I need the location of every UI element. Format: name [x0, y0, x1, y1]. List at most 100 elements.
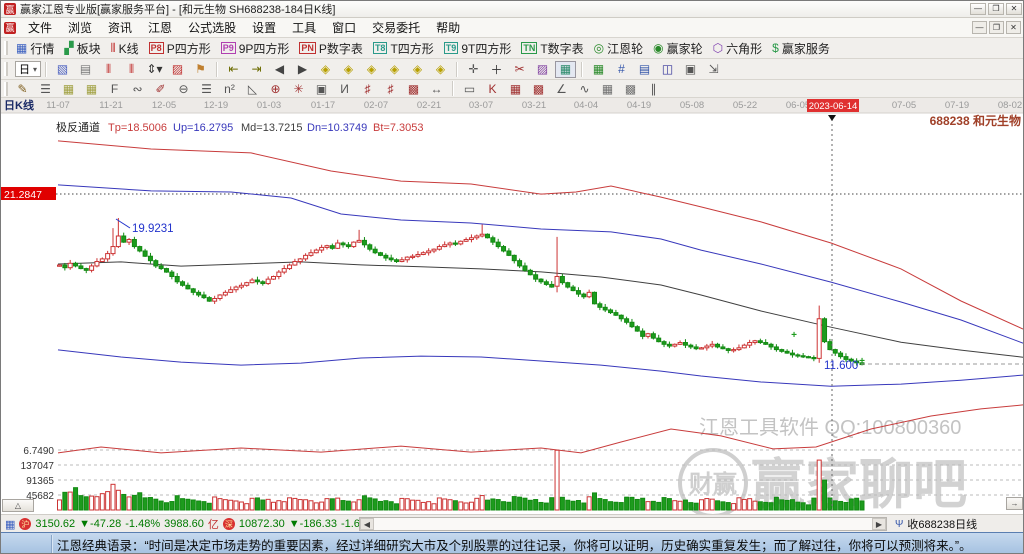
print-icon[interactable]: ▣	[680, 61, 701, 78]
scroll-left-arrow[interactable]: ◀	[360, 518, 374, 530]
export-icon[interactable]: ⇲	[703, 61, 724, 78]
angle-icon[interactable]: ◺	[242, 80, 263, 97]
toolbar-item-winner-wheel[interactable]: ◉ 赢家轮	[648, 38, 708, 58]
calculator-icon[interactable]: #	[611, 61, 632, 78]
menu-item-window[interactable]: 窗口	[324, 18, 364, 37]
spiral-icon[interactable]: ∾	[127, 80, 148, 97]
gann-fan-1-icon[interactable]: ♯	[357, 80, 378, 97]
sz-change: ▼-186.33	[288, 518, 337, 530]
toolbar-item-hexagon[interactable]: ⬡ 六角形	[708, 38, 768, 58]
step-forward-icon[interactable]: ▶	[292, 61, 313, 78]
scrollbar-track[interactable]	[374, 518, 872, 530]
close-button[interactable]: ✕	[1006, 3, 1022, 15]
menu-item-formula-stock-picker[interactable]: 公式选股	[180, 18, 244, 37]
info-panel-icon[interactable]: ▤	[75, 61, 96, 78]
gann-grid-icon[interactable]: ▩	[403, 80, 424, 97]
width-tool-icon[interactable]: ↔	[426, 80, 447, 97]
diamond-3-icon[interactable]: ◈	[361, 61, 382, 78]
maximize-button[interactable]: ❐	[988, 3, 1004, 15]
toolbar-item-9p-square[interactable]: P9 9P四方形	[216, 38, 295, 58]
line-set-icon[interactable]: ☰	[196, 80, 217, 97]
calendar-icon[interactable]: ▦	[588, 61, 609, 78]
pen-icon[interactable]: ✎	[12, 80, 33, 97]
cut-tool-icon[interactable]: ✂	[509, 61, 530, 78]
minimize-button[interactable]: —	[970, 3, 986, 15]
kline-style-2-icon[interactable]: ⫴	[121, 61, 142, 78]
kline-style-1-icon[interactable]: ⫴	[98, 61, 119, 78]
parallel-lines-icon[interactable]: ∥	[643, 80, 664, 97]
angle-line-icon[interactable]: ∠	[551, 80, 572, 97]
scroll-right-button[interactable]: →	[1006, 497, 1023, 510]
kline-chart[interactable]: 日K线 11-07 11-21 12-05 12-19 01-03 01-17 02-07 02…	[1, 98, 1024, 518]
toolbar-handle[interactable]	[4, 62, 8, 76]
diamond-2-icon[interactable]: ◈	[338, 61, 359, 78]
toolbar-item-t-square[interactable]: T8 T四方形	[368, 38, 439, 58]
hatch-icon[interactable]: ☰	[35, 80, 56, 97]
crosshair-tool-icon[interactable]: ＋	[486, 61, 507, 78]
percent-grid-icon[interactable]: ▦	[597, 80, 618, 97]
diamond-6-icon[interactable]: ◈	[430, 61, 451, 78]
mdi-minimize-button[interactable]: —	[972, 21, 987, 34]
toolbar-item-kline[interactable]: ⫴ K线	[106, 38, 144, 58]
period-select[interactable]: 日 ▾	[15, 61, 42, 77]
menu-item-help[interactable]: 帮助	[428, 18, 468, 37]
wave-line-icon[interactable]: ∿	[574, 80, 595, 97]
horizontal-scrollbar[interactable]: ◀ ▶	[359, 517, 887, 531]
menu-item-file[interactable]: 文件	[20, 18, 60, 37]
pattern-box-icon[interactable]: ▨	[167, 61, 188, 78]
ray-tool-icon[interactable]: K	[482, 80, 503, 97]
updown-select-icon[interactable]: ⇕▾	[144, 61, 165, 78]
menu-item-gann[interactable]: 江恩	[140, 18, 180, 37]
chart-area[interactable]: 日K线 11-07 11-21 12-05 12-19 01-03 01-17 02-07 02…	[1, 98, 1024, 518]
toolbar-item-9t-square[interactable]: T9 9T四方形	[439, 38, 517, 58]
step-back-icon[interactable]: ◀	[269, 61, 290, 78]
red-box-icon[interactable]: ▩	[528, 80, 549, 97]
burst-icon[interactable]: ✳	[288, 80, 309, 97]
menu-item-tools[interactable]: 工具	[284, 18, 324, 37]
gann-fan-2-icon[interactable]: ♯	[380, 80, 401, 97]
marker-icon[interactable]: ✐	[150, 80, 171, 97]
toolbar-item-winner-service[interactable]: $ 赢家服务	[767, 38, 835, 58]
menu-item-settings[interactable]: 设置	[244, 18, 284, 37]
golden-box-icon[interactable]: ▩	[620, 80, 641, 97]
save-icon[interactable]: ◫	[657, 61, 678, 78]
color-flags-icon[interactable]: ⚑	[190, 61, 211, 78]
toolbar-item-quotes[interactable]: ▦ 行情	[11, 38, 59, 58]
filter-tool-icon[interactable]: ▦	[555, 60, 577, 78]
menu-item-trade-entrust[interactable]: 交易委托	[364, 18, 428, 37]
protractor-icon[interactable]: ⊖	[173, 80, 194, 97]
diamond-5-icon[interactable]: ◈	[407, 61, 428, 78]
gold-grid-2-icon[interactable]: ▦	[81, 80, 102, 97]
rect-tool-icon[interactable]: ▭	[459, 80, 480, 97]
hand-tool-icon[interactable]: ✛	[463, 61, 484, 78]
toolbar-item-t-digit-table[interactable]: TN T数字表	[516, 38, 588, 58]
gold-grid-1-icon[interactable]: ▦	[58, 80, 79, 97]
erase-tool-icon[interactable]: ▨	[532, 61, 553, 78]
wave-mark-icon[interactable]: И	[334, 80, 355, 97]
n-square-icon[interactable]: n²	[219, 80, 240, 97]
scroll-right-arrow[interactable]: ▶	[872, 518, 886, 530]
menu-item-browse[interactable]: 浏览	[60, 18, 100, 37]
toolbar-item-p-square[interactable]: P8 P四方形	[144, 38, 216, 58]
toolbar-item-sectors[interactable]: ▞ 板块	[59, 38, 105, 58]
svg-text:137047: 137047	[21, 461, 55, 472]
diamond-4-icon[interactable]: ◈	[384, 61, 405, 78]
diamond-1-icon[interactable]: ◈	[315, 61, 336, 78]
skip-start-icon[interactable]: ⇤	[223, 61, 244, 78]
notepad-icon[interactable]: ▤	[634, 61, 655, 78]
toolbar-item-gann-wheel[interactable]: ◎ 江恩轮	[589, 38, 649, 58]
menu-item-news[interactable]: 资讯	[100, 18, 140, 37]
toolbar-handle[interactable]	[4, 41, 8, 55]
skip-end-icon[interactable]: ⇥	[246, 61, 267, 78]
chart-style-icon[interactable]: ▧	[52, 61, 73, 78]
market-grid-icon[interactable]: ▦	[5, 518, 15, 531]
fibonacci-icon[interactable]: F	[104, 80, 125, 97]
toolbar-item-p-digit-table[interactable]: PN P数字表	[294, 38, 368, 58]
red-grid-icon[interactable]: ▦	[505, 80, 526, 97]
expand-pane-button[interactable]: △	[2, 499, 34, 512]
mdi-restore-button[interactable]: ❐	[989, 21, 1004, 34]
target-icon[interactable]: ⊕	[265, 80, 286, 97]
toolbar-handle[interactable]	[4, 81, 8, 96]
mdi-close-button[interactable]: ✕	[1006, 21, 1021, 34]
box-icon[interactable]: ▣	[311, 80, 332, 97]
